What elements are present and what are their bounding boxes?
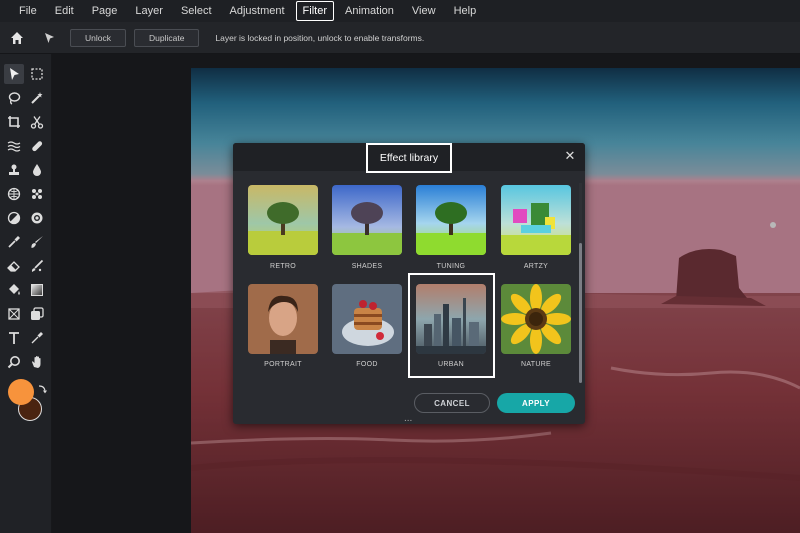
- liquify-icon[interactable]: [4, 136, 24, 156]
- menu-page[interactable]: Page: [85, 1, 125, 21]
- close-icon[interactable]: ✕: [563, 149, 577, 163]
- effect-retro-thumbnail[interactable]: [248, 185, 318, 255]
- replace-color-icon[interactable]: [27, 256, 47, 276]
- marquee-icon[interactable]: [27, 64, 47, 84]
- text-icon[interactable]: [4, 328, 24, 348]
- menu-bar: File Edit Page Layer Select Adjustment F…: [0, 0, 800, 22]
- effect-nature-label: NATURE: [520, 361, 552, 368]
- effect-urban-label: URBAN: [437, 361, 464, 368]
- sponge-icon[interactable]: [4, 184, 24, 204]
- effect-artzy-label: ARTZY: [523, 263, 549, 270]
- lasso-icon[interactable]: [4, 88, 24, 108]
- menu-animation[interactable]: Animation: [338, 1, 401, 21]
- effect-food-thumbnail[interactable]: [332, 284, 402, 354]
- picker-icon[interactable]: [27, 328, 47, 348]
- effect-artzy-thumbnail[interactable]: [501, 185, 571, 255]
- tools-panel: [0, 54, 52, 533]
- home-icon[interactable]: [2, 23, 32, 53]
- scissors-icon[interactable]: [27, 112, 47, 132]
- gradient-icon[interactable]: [27, 280, 47, 300]
- foreground-color-swatch[interactable]: [8, 379, 34, 405]
- zoom-icon[interactable]: [4, 352, 24, 372]
- dialog-resize-grip[interactable]: ...: [404, 414, 412, 424]
- cancel-button[interactable]: CANCEL: [414, 393, 490, 413]
- effect-nature-thumbnail[interactable]: [501, 284, 571, 354]
- eraser-icon[interactable]: [4, 256, 24, 276]
- pointer-icon[interactable]: [34, 23, 64, 53]
- menu-file[interactable]: File: [12, 1, 44, 21]
- menu-help[interactable]: Help: [447, 1, 484, 21]
- healing-icon[interactable]: [27, 136, 47, 156]
- shape-icon[interactable]: [4, 304, 24, 324]
- dodge-icon[interactable]: [27, 184, 47, 204]
- menu-view[interactable]: View: [405, 1, 443, 21]
- stamp-icon[interactable]: [4, 160, 24, 180]
- crop-icon[interactable]: [4, 112, 24, 132]
- menu-adjustment[interactable]: Adjustment: [223, 1, 292, 21]
- dialog-title: Effect library: [366, 143, 452, 173]
- effects-scrollbar[interactable]: [579, 183, 582, 383]
- move-icon[interactable]: [4, 64, 24, 84]
- unlock-button[interactable]: Unlock: [70, 28, 126, 47]
- effect-retro-label: RETRO: [270, 263, 296, 270]
- color-swatches: [6, 379, 47, 423]
- options-toolbar: Unlock Duplicate Layer is locked in posi…: [0, 22, 800, 54]
- effect-tuning-thumbnail[interactable]: [416, 185, 486, 255]
- effect-portrait-label: PORTRAIT: [264, 361, 302, 368]
- swap-colors-icon[interactable]: [37, 381, 47, 394]
- magic-wand-icon[interactable]: [27, 88, 47, 108]
- menu-edit[interactable]: Edit: [48, 1, 81, 21]
- hand-icon[interactable]: [27, 352, 47, 372]
- effect-tuning-label: TUNING: [436, 263, 466, 270]
- duplicate-button[interactable]: Duplicate: [133, 28, 200, 47]
- effect-shades-thumbnail[interactable]: [332, 185, 402, 255]
- effect-food-label: FOOD: [356, 361, 378, 368]
- fill-icon[interactable]: [4, 280, 24, 300]
- effect-library-dialog: Effect library ✕ RETRO SHADES TUNING ART…: [233, 143, 585, 424]
- contrast-icon[interactable]: [4, 208, 24, 228]
- scrollbar-thumb[interactable]: [579, 243, 582, 383]
- color-swap-icon[interactable]: [27, 304, 47, 324]
- effect-portrait-thumbnail[interactable]: [248, 284, 318, 354]
- eyedropper-icon[interactable]: [4, 232, 24, 252]
- menu-layer[interactable]: Layer: [128, 1, 170, 21]
- effect-shades-label: SHADES: [351, 263, 383, 270]
- blur-drop-icon[interactable]: [27, 160, 47, 180]
- lock-status-message: Layer is locked in position, unlock to e…: [215, 32, 425, 43]
- sharpen-icon[interactable]: [27, 208, 47, 228]
- menu-select[interactable]: Select: [174, 1, 219, 21]
- brush-icon[interactable]: [27, 232, 47, 252]
- menu-filter[interactable]: Filter: [295, 1, 334, 21]
- apply-button[interactable]: APPLY: [497, 393, 575, 413]
